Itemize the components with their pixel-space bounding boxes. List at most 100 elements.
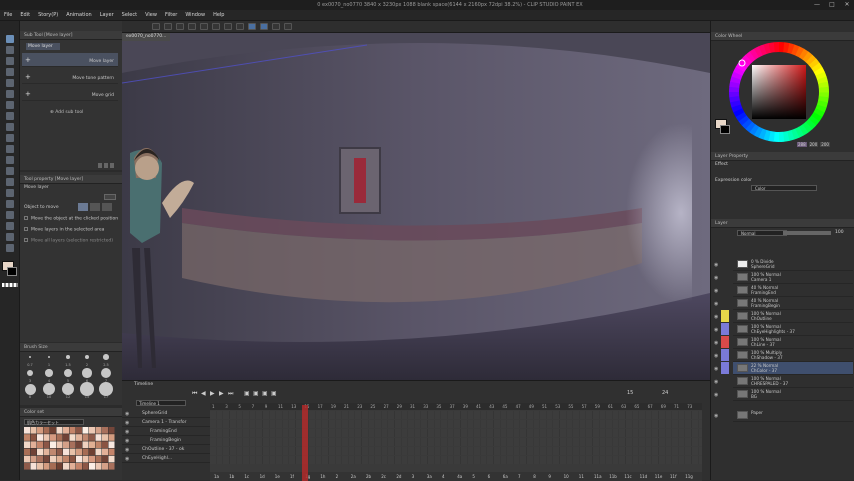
- color-swatch[interactable]: [82, 441, 89, 448]
- color-swatch[interactable]: [24, 427, 30, 434]
- cel-label[interactable]: 6: [488, 474, 491, 479]
- color-swatch[interactable]: [37, 427, 43, 434]
- color-swatch[interactable]: [24, 455, 30, 463]
- eye-icon[interactable]: ◉: [714, 366, 720, 372]
- cel-label[interactable]: 7: [518, 474, 521, 479]
- timeline-track[interactable]: ◉ FramingBegin: [122, 436, 210, 445]
- color-swatch[interactable]: [82, 455, 89, 463]
- color-swatch[interactable]: [95, 463, 102, 470]
- layer-row[interactable]: 100 % Multiply ChShadow - 37: [733, 349, 853, 362]
- menu-window[interactable]: Window: [181, 10, 209, 20]
- cel-label[interactable]: 10: [564, 474, 569, 479]
- track-frames[interactable]: [210, 411, 702, 419]
- eye-icon[interactable]: ◉: [125, 411, 131, 417]
- layer-row[interactable]: 100 % Normal ChLine - 37: [733, 336, 853, 349]
- brush-size-option[interactable]: [66, 355, 70, 359]
- next-frame-icon[interactable]: ▶: [219, 391, 225, 397]
- eye-icon[interactable]: ◉: [714, 392, 720, 398]
- timeline-track[interactable]: ◉ Camera 1 - Transfor: [122, 418, 210, 427]
- cel-label[interactable]: 1c: [244, 474, 249, 479]
- color-swatch[interactable]: [30, 455, 37, 463]
- track-frames[interactable]: [210, 438, 702, 446]
- color-swatch[interactable]: [56, 455, 63, 463]
- first-frame-icon[interactable]: ⏮: [192, 391, 198, 397]
- blend-tool-icon[interactable]: [6, 156, 14, 164]
- color-swatch[interactable]: [43, 463, 50, 470]
- cel-label[interactable]: 8: [533, 474, 536, 479]
- eye-icon[interactable]: ◉: [714, 340, 720, 346]
- track-frames[interactable]: [210, 420, 702, 428]
- cel-label[interactable]: 1e: [275, 474, 280, 479]
- close-button[interactable]: ✕: [840, 1, 854, 9]
- sub-tool-tab[interactable]: Move layer: [26, 43, 60, 50]
- cel-label[interactable]: 2d: [396, 474, 401, 479]
- prev-frame-icon[interactable]: ◀: [201, 391, 207, 397]
- color-swatch[interactable]: [69, 427, 76, 434]
- color-swatch[interactable]: [63, 448, 69, 456]
- layer-row[interactable]: 100 % Normal CHRESPALED - 37: [733, 375, 853, 388]
- brush-size-option[interactable]: [80, 382, 94, 396]
- color-swatch[interactable]: [30, 427, 37, 434]
- color-swatch[interactable]: [108, 441, 115, 448]
- color-swatch[interactable]: [89, 463, 95, 470]
- color-swatch[interactable]: [43, 427, 50, 434]
- eye-icon[interactable]: ◉: [714, 314, 720, 320]
- airbrush-tool-icon[interactable]: [6, 134, 14, 142]
- color-swatch[interactable]: [102, 441, 108, 448]
- color-swatch[interactable]: [89, 434, 95, 441]
- layer-row[interactable]: 40 % Normal FramingEnd: [733, 284, 853, 297]
- cel-label[interactable]: 1f: [290, 474, 294, 479]
- option-clicked-position[interactable]: Move the object at the clicked position: [24, 216, 118, 222]
- eye-icon[interactable]: ◉: [714, 413, 720, 419]
- perspective-icon[interactable]: [284, 23, 292, 30]
- track-frames[interactable]: [210, 456, 702, 464]
- color-swatch[interactable]: [82, 427, 89, 434]
- open-icon[interactable]: [164, 23, 172, 30]
- sub-color-swatch[interactable]: [7, 267, 17, 276]
- color-swatch[interactable]: [102, 434, 108, 441]
- layer-row[interactable]: 0 % Divide SphereGrid: [733, 258, 853, 271]
- wrench-icon[interactable]: [104, 194, 116, 200]
- brush-size-option[interactable]: [63, 368, 73, 378]
- cel-label[interactable]: 5: [472, 474, 475, 479]
- cel-label[interactable]: 2b: [366, 474, 371, 479]
- new-icon[interactable]: [152, 23, 160, 30]
- layer-row[interactable]: 100 % Normal BG: [733, 388, 853, 401]
- cel-label[interactable]: 11: [579, 474, 584, 479]
- gradient-tool-icon[interactable]: [6, 178, 14, 186]
- brush-size-option[interactable]: [100, 367, 112, 379]
- play-icon[interactable]: ▶: [210, 391, 216, 397]
- option-all-layers[interactable]: Move all layers (selection restricted): [24, 238, 113, 244]
- menu-select[interactable]: Select: [118, 10, 141, 20]
- menu-edit[interactable]: Edit: [16, 10, 34, 20]
- color-swatch[interactable]: [43, 441, 50, 448]
- option-selected-area[interactable]: Move layers in the selected area: [24, 227, 104, 233]
- timeline-track[interactable]: ◉ FramingEnd: [122, 427, 210, 436]
- ruler-tool-icon[interactable]: [6, 211, 14, 219]
- color-swatch[interactable]: [37, 455, 43, 463]
- track-frames[interactable]: [210, 447, 702, 455]
- eye-icon[interactable]: ◉: [125, 456, 131, 462]
- color-swatch[interactable]: [76, 441, 82, 448]
- snap-grid-icon[interactable]: [272, 23, 280, 30]
- eyedropper-tool-icon[interactable]: [6, 90, 14, 98]
- color-swatch[interactable]: [108, 448, 115, 456]
- color-swatch[interactable]: [56, 441, 63, 448]
- move-tool-icon[interactable]: [6, 35, 14, 43]
- timeline-track[interactable]: ◉ ChOutline - 37 - ok: [122, 445, 210, 454]
- maximize-button[interactable]: □: [825, 1, 839, 9]
- layer-row[interactable]: 40 % Normal FramingBegin: [733, 297, 853, 310]
- color-swatch[interactable]: [89, 427, 95, 434]
- balloon-tool-icon[interactable]: [6, 233, 14, 241]
- minimize-button[interactable]: —: [810, 1, 824, 9]
- brush-size-option[interactable]: [47, 355, 51, 359]
- color-swatch[interactable]: [69, 448, 76, 456]
- color-swatch[interactable]: [37, 448, 43, 456]
- layer-row[interactable]: 22 % Normal ChColor - 37: [733, 362, 853, 375]
- color-swatch[interactable]: [50, 455, 56, 463]
- cel-label[interactable]: 2c: [381, 474, 386, 479]
- cel-label[interactable]: 11b: [609, 474, 617, 479]
- color-swatch[interactable]: [89, 448, 95, 456]
- color-swatch[interactable]: [30, 441, 37, 448]
- color-swatch[interactable]: [43, 455, 50, 463]
